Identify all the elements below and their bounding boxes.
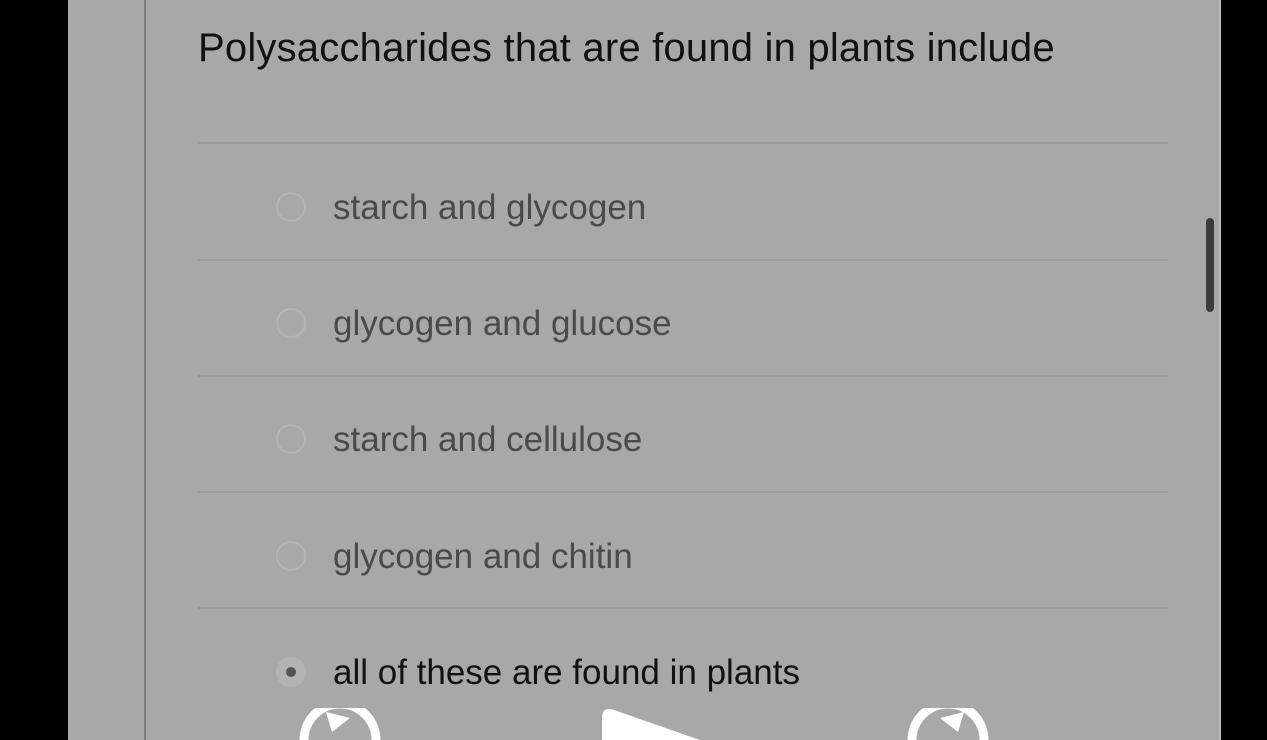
divider (198, 491, 1168, 493)
option-label: glycogen and glucose (333, 304, 672, 343)
scrollbar-thumb[interactable] (1206, 218, 1214, 312)
radio-button[interactable] (276, 424, 306, 454)
left-border-rule (144, 0, 146, 740)
option-all-of-these[interactable]: all of these are found in plants (276, 645, 1166, 701)
option-label: starch and glycogen (333, 188, 647, 227)
radio-button[interactable] (276, 192, 306, 222)
divider (198, 375, 1168, 377)
radio-button[interactable] (276, 541, 306, 571)
media-controls (0, 700, 1267, 740)
option-glycogen-and-chitin[interactable]: glycogen and chitin (276, 529, 1166, 585)
option-label: glycogen and chitin (333, 537, 633, 576)
right-border-rule (1219, 0, 1221, 740)
quiz-page (68, 0, 1221, 740)
radio-dot (286, 667, 296, 677)
option-starch-and-glycogen[interactable]: starch and glycogen (276, 180, 1166, 236)
option-label: all of these are found in plants (333, 653, 800, 692)
divider (198, 607, 1168, 609)
radio-button[interactable] (276, 308, 306, 338)
option-glycogen-and-glucose[interactable]: glycogen and glucose (276, 296, 1166, 352)
forward-icon[interactable] (902, 708, 994, 740)
screen: Polysaccharides that are found in plants… (0, 0, 1267, 740)
option-starch-and-cellulose[interactable]: starch and cellulose (276, 412, 1166, 468)
divider (198, 259, 1168, 261)
option-label: starch and cellulose (333, 420, 643, 459)
question-text: Polysaccharides that are found in plants… (198, 26, 1055, 70)
divider (198, 142, 1168, 144)
replay-icon[interactable] (296, 708, 386, 740)
radio-button-selected[interactable] (276, 657, 306, 687)
play-icon[interactable] (598, 704, 708, 740)
